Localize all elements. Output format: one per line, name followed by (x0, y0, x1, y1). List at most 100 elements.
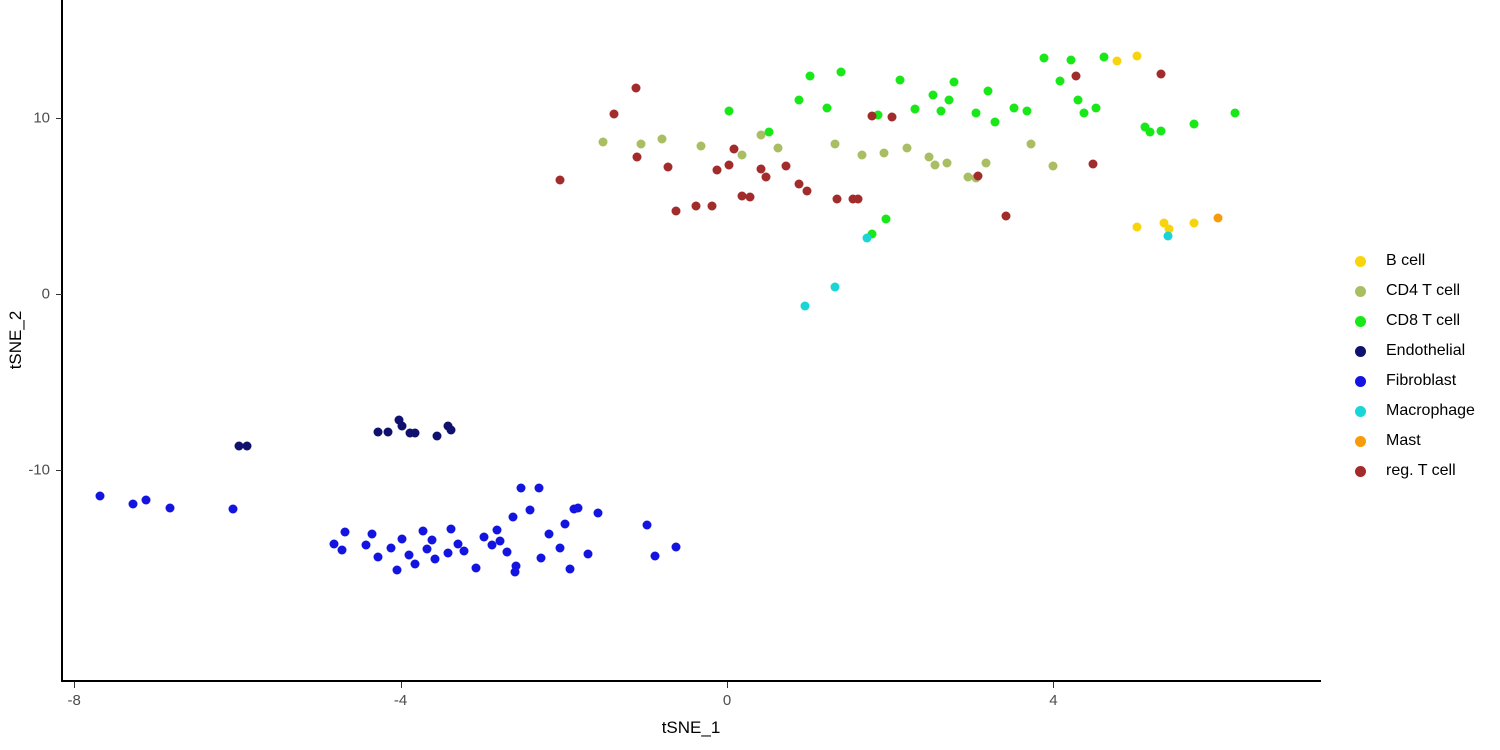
legend-swatch-icon (1355, 375, 1366, 387)
data-point (1009, 103, 1019, 113)
legend-item[interactable]: CD8 T cell (1355, 306, 1500, 336)
data-point (386, 543, 396, 553)
data-point (650, 551, 660, 561)
data-point (881, 214, 891, 224)
data-point (609, 109, 619, 119)
data-point (555, 543, 565, 553)
data-point (397, 534, 407, 544)
data-point (936, 106, 946, 116)
data-point (430, 554, 440, 564)
legend-swatch-icon (1355, 285, 1366, 297)
data-point (495, 536, 505, 546)
data-point (1039, 53, 1049, 63)
data-point (536, 553, 546, 563)
data-point (534, 483, 544, 493)
data-point (502, 547, 512, 557)
data-point (1099, 52, 1109, 62)
legend-item[interactable]: reg. T cell (1355, 456, 1500, 486)
data-point (508, 512, 518, 522)
data-point (511, 561, 521, 571)
tsne-scatter-plot: -8 -4 0 4 -10 0 10 tSNE_1 tSNE_2 B cell CD4 T … (0, 0, 1500, 750)
data-point (443, 548, 453, 558)
data-point (141, 495, 151, 505)
data-point (764, 127, 774, 137)
legend-item[interactable]: Mast (1355, 426, 1500, 456)
legend-item-label: Fibroblast (1386, 372, 1457, 389)
data-point (165, 503, 175, 513)
data-point (761, 172, 771, 182)
data-point (822, 103, 832, 113)
data-point (1189, 218, 1199, 228)
data-point (910, 104, 920, 114)
data-point (432, 431, 442, 441)
data-point (1079, 108, 1089, 118)
data-point (902, 143, 912, 153)
data-point (242, 441, 252, 451)
legend-item-label: CD8 T cell (1386, 312, 1461, 329)
data-point (983, 86, 993, 96)
data-point (1091, 103, 1101, 113)
legend-item[interactable]: CD4 T cell (1355, 276, 1500, 306)
data-point (516, 483, 526, 493)
legend-swatch-icon (1355, 255, 1366, 267)
data-point (1213, 213, 1223, 223)
legend-item-label: Macrophage (1386, 402, 1475, 419)
data-point (802, 186, 812, 195)
data-point (830, 282, 840, 292)
legend-item[interactable]: Macrophage (1355, 396, 1500, 426)
data-point (1088, 159, 1098, 169)
data-point (832, 194, 842, 204)
x-tick-mark (727, 682, 728, 688)
data-point (340, 527, 350, 537)
data-point (593, 508, 603, 518)
data-point (1055, 76, 1065, 86)
x-axis-label: tSNE_1 (661, 718, 721, 737)
data-point (631, 83, 641, 93)
data-point (446, 524, 456, 534)
x-tick-label: -8 (67, 692, 81, 709)
data-point (598, 137, 608, 147)
data-point (696, 141, 706, 151)
data-point (427, 535, 437, 545)
data-point (857, 150, 867, 160)
data-point (1071, 71, 1081, 81)
data-point (479, 532, 489, 542)
data-point (1048, 161, 1058, 171)
data-point (583, 549, 593, 559)
data-point (830, 139, 840, 149)
data-point (471, 563, 481, 573)
data-point (879, 148, 889, 158)
legend: B cell CD4 T cell CD8 T cell Endothelial Fib… (1355, 246, 1500, 486)
data-point (691, 201, 701, 211)
legend-item[interactable]: B cell (1355, 246, 1500, 276)
data-point (373, 552, 383, 562)
data-point (1145, 127, 1155, 137)
data-point (949, 77, 959, 87)
data-point (337, 545, 347, 555)
data-point (492, 525, 502, 535)
data-point (773, 143, 783, 153)
data-point (410, 428, 420, 438)
legend-swatch-icon (1355, 345, 1366, 357)
legend-item[interactable]: Fibroblast (1355, 366, 1500, 396)
data-point (805, 71, 815, 81)
data-point (1189, 119, 1199, 129)
x-tick-label: 4 (1049, 692, 1058, 709)
data-point (392, 565, 402, 575)
data-point (671, 206, 681, 216)
x-tick-label: 0 (722, 692, 732, 709)
legend-item-label: reg. T cell (1386, 462, 1456, 479)
legend-item-label: CD4 T cell (1386, 282, 1461, 299)
legend-item[interactable]: Endothelial (1355, 336, 1500, 366)
data-point (361, 540, 371, 550)
data-point (573, 503, 583, 513)
data-point (560, 519, 570, 529)
legend-swatch-icon (1355, 465, 1366, 477)
data-point (928, 90, 938, 100)
data-point (418, 526, 428, 536)
data-point (944, 95, 954, 105)
y-axis-label: tSNE_2 (6, 310, 25, 370)
data-point (853, 194, 863, 204)
data-point (895, 75, 905, 85)
legend-item-label: Endothelial (1386, 342, 1466, 359)
